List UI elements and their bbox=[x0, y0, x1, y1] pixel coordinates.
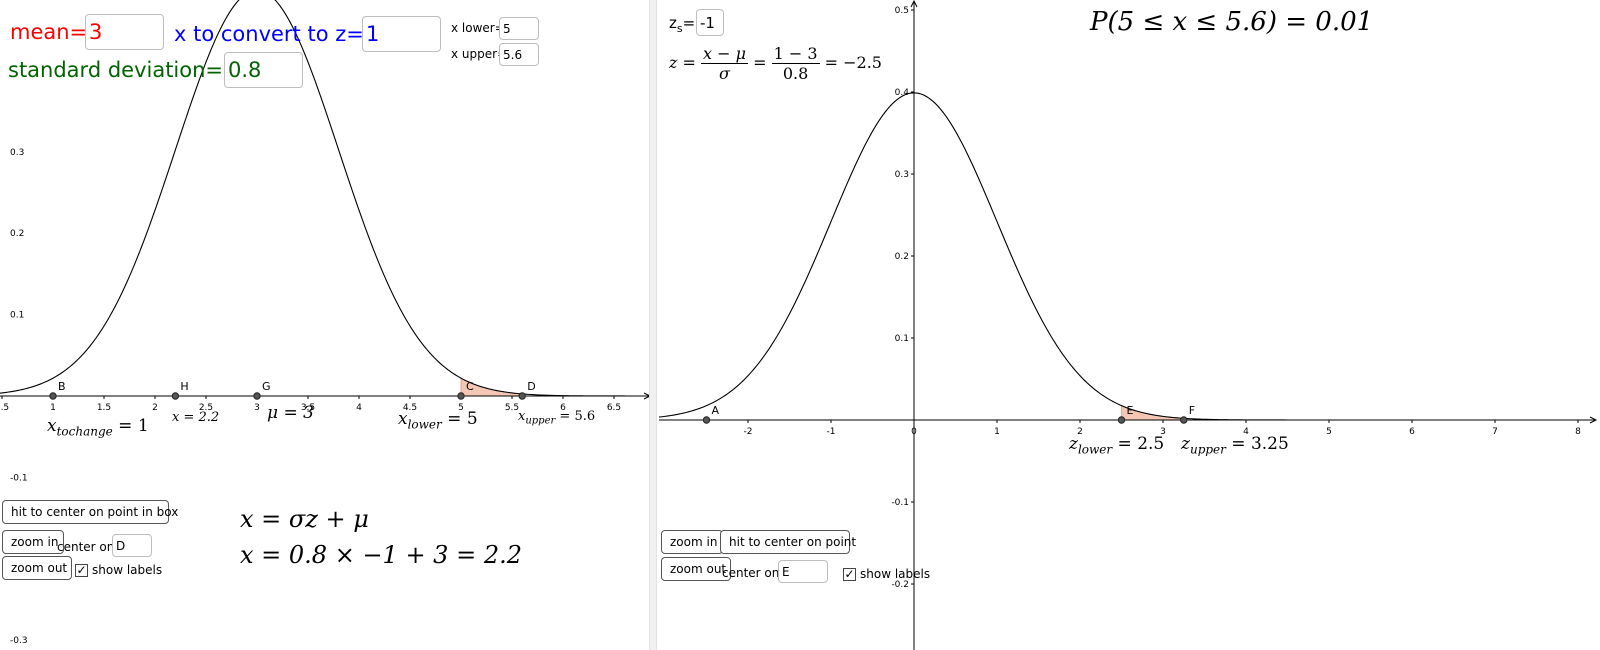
center-on-point-button-right[interactable]: hit to center on point bbox=[720, 530, 856, 554]
mean-label: mean= bbox=[10, 20, 88, 44]
x-graph-x-tick-label: 1 bbox=[50, 403, 56, 413]
show-labels-label-left: show labels bbox=[92, 563, 163, 577]
z-lower-label: zlower = 2.5 bbox=[1069, 434, 1165, 457]
point-H bbox=[171, 392, 180, 400]
z-graph-x-tick-label: 6 bbox=[1409, 427, 1415, 437]
point-C bbox=[457, 392, 465, 400]
z-graph-density-curve bbox=[658, 92, 1591, 421]
center-on-value-right: E bbox=[782, 564, 790, 579]
zoom-in-button-left[interactable]: zoom in bbox=[2, 530, 64, 554]
x-upper-input[interactable]: 5.6 bbox=[499, 43, 539, 66]
mean-value: 3 bbox=[89, 20, 103, 44]
x-graph-x-tick-label: 4 bbox=[356, 403, 362, 413]
point-label-A: A bbox=[712, 404, 720, 417]
zs-label: zs= bbox=[669, 14, 696, 35]
zs-value: -1 bbox=[700, 13, 715, 32]
panel-divider[interactable] bbox=[649, 0, 657, 650]
z-graph-y-tick-label: -0.2 bbox=[891, 580, 909, 590]
zoom-out-button-right[interactable]: zoom out bbox=[661, 557, 731, 581]
x-convert-label: x to convert to z= bbox=[174, 22, 364, 46]
point-D bbox=[518, 392, 526, 400]
point-label-G: G bbox=[262, 380, 271, 393]
mu-label: μ = 3 bbox=[267, 403, 314, 423]
z-graph-x-tick-label: 1 bbox=[994, 427, 1000, 437]
formula-x-sigma-z-mu: x = σz + μ bbox=[240, 505, 369, 533]
x-lower-value: 5 bbox=[503, 21, 511, 36]
show-labels-checkbox-right[interactable]: ✓ bbox=[843, 568, 856, 581]
zoom-out-button-left[interactable]: zoom out bbox=[2, 556, 72, 580]
sd-label: standard deviation= bbox=[8, 58, 224, 82]
x-graph-x-tick-label: 0.5 bbox=[0, 403, 9, 413]
point-G bbox=[253, 392, 261, 400]
center-on-label-left: center on: bbox=[57, 540, 119, 554]
x-convert-input[interactable]: 1 bbox=[362, 16, 441, 52]
x-convert-value: 1 bbox=[366, 22, 380, 46]
x-lower-curve-label: xlower = 5 bbox=[398, 409, 478, 432]
z-formula: z = x − μσ = 1 − 3 0.8 = −2.5 bbox=[669, 44, 882, 83]
z-graph-y-tick-label: 0.1 bbox=[895, 334, 909, 344]
z-graph-y-tick-label: 0.5 bbox=[895, 6, 909, 16]
x-graph-y-tick-label: -0.1 bbox=[10, 473, 28, 483]
z-graph-x-tick-label: 0 bbox=[911, 427, 917, 437]
point-label-C: C bbox=[466, 380, 474, 393]
z-graph-x-tick-label: -1 bbox=[827, 427, 836, 437]
point-label-B: B bbox=[58, 380, 66, 393]
show-labels-label-right: show labels bbox=[860, 567, 931, 581]
center-on-point-button[interactable]: hit to center on point in box bbox=[2, 500, 178, 524]
x-graph-y-tick-label: 0.3 bbox=[10, 148, 24, 158]
z-graph-y-tick-label: -0.1 bbox=[891, 498, 909, 508]
point-label-E: E bbox=[1127, 404, 1134, 417]
x-graph-y-tick-label: 0.2 bbox=[10, 229, 24, 239]
point-E bbox=[1117, 416, 1126, 424]
x-graph-x-tick-label: 3 bbox=[254, 403, 260, 413]
z-graph-x-tick-label: -2 bbox=[744, 427, 753, 437]
z-graph-y-tick-label: 0.2 bbox=[895, 252, 909, 262]
center-on-value-left: D bbox=[116, 538, 126, 553]
sd-input[interactable]: 0.8 bbox=[224, 52, 303, 88]
zs-input[interactable]: -1 bbox=[696, 9, 724, 36]
x-eq-label: x = 2.2 bbox=[172, 410, 220, 425]
zoom-in-button-right[interactable]: zoom in bbox=[661, 530, 723, 554]
x-upper-curve-label: xupper = 5.6 bbox=[518, 409, 596, 427]
probability-text: P(5 ≤ x ≤ 5.6) = 0.01 bbox=[1090, 7, 1374, 37]
x-graph-x-tick-label: 5.5 bbox=[505, 403, 519, 413]
x-lower-input[interactable]: 5 bbox=[499, 17, 539, 40]
z-graph-x-tick-label: 8 bbox=[1575, 427, 1581, 437]
point-F bbox=[1180, 416, 1188, 424]
x-graph-x-tick-label: 2 bbox=[152, 403, 158, 413]
point-A bbox=[702, 416, 711, 424]
z-graph-y-tick-label: 0.3 bbox=[895, 170, 909, 180]
sd-value: 0.8 bbox=[228, 58, 262, 82]
point-label-F: F bbox=[1189, 404, 1195, 417]
z-graph-x-tick-label: 7 bbox=[1492, 427, 1498, 437]
x-graph-x-tick-label: 1.5 bbox=[97, 403, 111, 413]
center-on-label-right: center on: bbox=[722, 566, 784, 580]
x-upper-value: 5.6 bbox=[503, 47, 523, 62]
center-on-input-right[interactable]: E bbox=[778, 560, 828, 583]
x-graph-x-tick-label: 6.5 bbox=[607, 403, 621, 413]
x-lower-label: x lower= bbox=[451, 21, 505, 35]
formula-x-computed: x = 0.8 × −1 + 3 = 2.2 bbox=[240, 541, 522, 569]
point-label-H: H bbox=[180, 380, 188, 393]
center-on-input-left[interactable]: D bbox=[112, 534, 152, 557]
x-graph-y-tick-label: 0.1 bbox=[10, 311, 24, 321]
show-labels-checkbox-left[interactable]: ✓ bbox=[75, 564, 88, 577]
point-B bbox=[49, 392, 57, 400]
z-graph-x-tick-label: 5 bbox=[1326, 427, 1332, 437]
z-upper-label: zupper = 3.25 bbox=[1181, 434, 1289, 457]
mean-input[interactable]: 3 bbox=[85, 14, 164, 50]
point-label-D: D bbox=[527, 380, 535, 393]
x-graph-y-tick-label: -0.3 bbox=[10, 636, 28, 646]
x-tochange-label: xtochange = 1 bbox=[47, 416, 149, 439]
